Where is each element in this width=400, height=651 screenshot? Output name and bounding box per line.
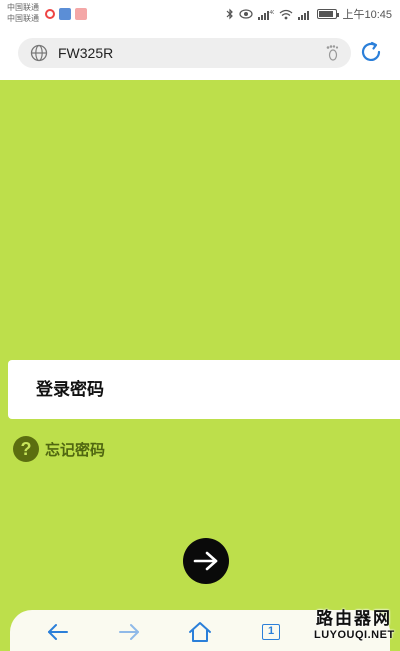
system-status: 4G 上午10:45 [226,6,392,22]
tabs-icon[interactable]: 1 [259,621,283,643]
carrier-2: 中国联通 [7,14,39,23]
footprint-icon[interactable] [323,44,341,62]
carrier-1: 中国联通 [7,3,39,12]
signal-icon-2 [298,10,310,20]
refresh-icon[interactable] [359,40,383,64]
network-type: 4G [270,10,275,16]
carrier-info: 中国联通 中国联通 [7,2,39,24]
home-icon[interactable] [188,621,212,643]
news-app-icon [59,8,71,20]
weibo-icon [45,9,55,19]
eye-icon [239,9,254,19]
watermark-en: LUYOUQI.NET [314,629,395,641]
battery-level [319,11,334,17]
signal-icon: 4G [258,10,275,20]
battery-icon [317,9,340,19]
forgot-password-link[interactable]: ? 忘记密码 [13,436,105,462]
forgot-password-label: 忘记密码 [45,441,106,459]
password-input[interactable] [8,360,400,419]
back-arrow-icon[interactable] [46,621,70,643]
browser-toolbar: FW325R [0,30,400,80]
address-bar[interactable]: FW325R [18,38,351,68]
wifi-icon [280,9,293,19]
forward-arrow-icon[interactable] [117,621,141,643]
notification-icons [45,8,87,20]
watermark-cn: 路由器网 [316,609,392,628]
login-submit-button[interactable] [183,538,229,584]
app-icon [75,8,87,20]
watermark-logo: 路由器网 LUYOUQI.NET [314,604,394,641]
globe-icon [30,44,48,62]
bluetooth-icon [227,8,234,20]
help-icon: ? [13,436,39,462]
url-text[interactable]: FW325R [58,45,113,61]
arrow-right-icon [193,551,218,571]
clock: 上午10:45 [342,9,392,21]
status-bar: 中国联通 中国联通 4G [0,0,400,30]
tab-count: 1 [262,624,280,640]
